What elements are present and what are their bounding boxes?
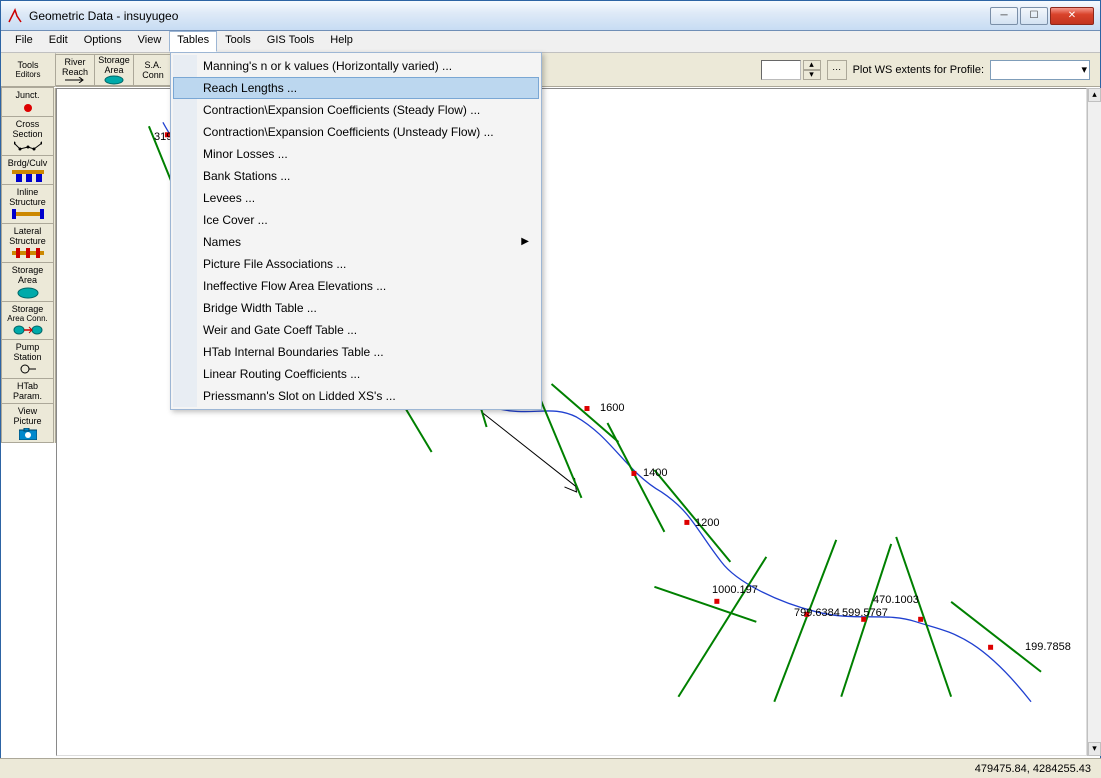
- bridge-icon: [12, 170, 44, 182]
- editors-label: Tools Editors: [1, 53, 56, 87]
- station-799: 799.6384: [794, 607, 840, 619]
- station-199: 199.7858: [1025, 641, 1071, 653]
- submenu-arrow-icon: ▶: [521, 236, 529, 247]
- spin-up[interactable]: ▴: [803, 60, 821, 70]
- editors-tools-text: Tools: [17, 60, 38, 70]
- menu-tables[interactable]: Tables: [169, 31, 217, 52]
- plot-ws-label: Plot WS extents for Profile:: [853, 64, 984, 76]
- menu-file[interactable]: File: [7, 31, 41, 52]
- tc-htab-param[interactable]: HTab Param.: [1, 378, 54, 404]
- scroll-down-button[interactable]: ▾: [1088, 742, 1101, 756]
- app-icon: [7, 8, 23, 24]
- toolbar-sa-conn[interactable]: S.A. Conn: [133, 54, 173, 86]
- tc-view-picture[interactable]: View Picture: [1, 403, 54, 443]
- scroll-track[interactable]: [1088, 102, 1101, 742]
- dd-levees[interactable]: Levees ...: [173, 187, 539, 209]
- menu-edit[interactable]: Edit: [41, 31, 76, 52]
- menu-options[interactable]: Options: [76, 31, 130, 52]
- xs-icon: [14, 141, 42, 153]
- dd-linear-routing[interactable]: Linear Routing Coefficients ...: [173, 363, 539, 385]
- window-title: Geometric Data - insuyugeo: [29, 9, 990, 23]
- dd-ice-cover[interactable]: Ice Cover ...: [173, 209, 539, 231]
- dd-contraction-steady[interactable]: Contraction\Expansion Coefficients (Stea…: [173, 99, 539, 121]
- dd-names[interactable]: Names▶: [173, 231, 539, 253]
- dd-picture-file[interactable]: Picture File Associations ...: [173, 253, 539, 275]
- plot-ws-combo[interactable]: ▾: [990, 60, 1090, 80]
- menu-gis-tools[interactable]: GIS Tools: [259, 31, 323, 52]
- tc-brdg-culv[interactable]: Brdg/Culv: [1, 155, 54, 185]
- toolbar-storage-area[interactable]: Storage Area: [94, 54, 134, 86]
- dd-bridge-width[interactable]: Bridge Width Table ...: [173, 297, 539, 319]
- scroll-up-button[interactable]: ▴: [1088, 88, 1101, 102]
- station-1600: 1600: [600, 402, 624, 414]
- cursor-coords: 479475.84, 4284255.43: [975, 763, 1091, 775]
- tables-dropdown: Manning's n or k values (Horizontally va…: [170, 52, 542, 410]
- menu-help[interactable]: Help: [322, 31, 361, 52]
- station-470: 470.1003: [873, 594, 919, 606]
- tc-pump-station[interactable]: Pump Station: [1, 339, 54, 379]
- arrow-icon: [63, 77, 87, 83]
- maximize-button[interactable]: ☐: [1020, 7, 1048, 25]
- tc-storage-area-conn[interactable]: Storage Area Conn.: [1, 301, 54, 340]
- red-dot-icon: [22, 102, 34, 114]
- station-1200: 1200: [695, 517, 719, 529]
- dd-minor-losses[interactable]: Minor Losses ...: [173, 143, 539, 165]
- extents-menu-button[interactable]: ⋯: [827, 60, 847, 80]
- dd-bank-stations[interactable]: Bank Stations ...: [173, 165, 539, 187]
- dd-priessmann[interactable]: Priessmann's Slot on Lidded XS's ...: [173, 385, 539, 407]
- saconn-icon: [13, 325, 43, 337]
- dd-htab-boundaries[interactable]: HTab Internal Boundaries Table ...: [173, 341, 539, 363]
- dd-reach-lengths[interactable]: Reach Lengths ...: [173, 77, 539, 99]
- tool-column: Junct. Cross Section Brdg/Culv Inline St…: [1, 88, 56, 443]
- menu-tools[interactable]: Tools: [217, 31, 259, 52]
- tc-inline-structure[interactable]: Inline Structure: [1, 184, 54, 224]
- dd-ineffective-flow[interactable]: Ineffective Flow Area Elevations ...: [173, 275, 539, 297]
- storage-icon: [104, 75, 124, 85]
- tc-junct[interactable]: Junct.: [1, 87, 54, 117]
- tc-cross-section[interactable]: Cross Section: [1, 116, 54, 156]
- num-field-1[interactable]: [761, 60, 801, 80]
- inline-icon: [12, 209, 44, 221]
- lateral-icon: [12, 248, 44, 260]
- dd-mannings[interactable]: Manning's n or k values (Horizontally va…: [173, 55, 539, 77]
- station-1400: 1400: [643, 467, 667, 479]
- chevron-down-icon: ▾: [1081, 63, 1087, 76]
- titlebar: Geometric Data - insuyugeo ─ ☐ ✕: [1, 1, 1100, 31]
- tc-storage-area[interactable]: Storage Area: [1, 262, 54, 302]
- menubar: File Edit Options View Tables Tools GIS …: [1, 31, 1100, 53]
- minimize-button[interactable]: ─: [990, 7, 1018, 25]
- editors-editors-text: Editors: [16, 70, 41, 79]
- spin-down[interactable]: ▾: [803, 70, 821, 80]
- statusbar: 479475.84, 4284255.43: [0, 758, 1101, 778]
- camera-icon: [19, 428, 37, 440]
- close-button[interactable]: ✕: [1050, 7, 1094, 25]
- vertical-scrollbar[interactable]: ▴ ▾: [1087, 88, 1101, 756]
- dd-weir-gate[interactable]: Weir and Gate Coeff Table ...: [173, 319, 539, 341]
- pump-icon: [18, 364, 38, 376]
- dd-contraction-unsteady[interactable]: Contraction\Expansion Coefficients (Unst…: [173, 121, 539, 143]
- station-599: 599.5767: [842, 607, 888, 619]
- menu-view[interactable]: View: [130, 31, 170, 52]
- tc-lateral-structure[interactable]: Lateral Structure: [1, 223, 54, 263]
- station-1000: 1000.197: [712, 584, 758, 596]
- toolbar-river-reach[interactable]: River Reach: [55, 54, 95, 86]
- storage-icon: [17, 287, 39, 299]
- toolbar: Tools Editors River Reach Storage Area S…: [1, 53, 1100, 87]
